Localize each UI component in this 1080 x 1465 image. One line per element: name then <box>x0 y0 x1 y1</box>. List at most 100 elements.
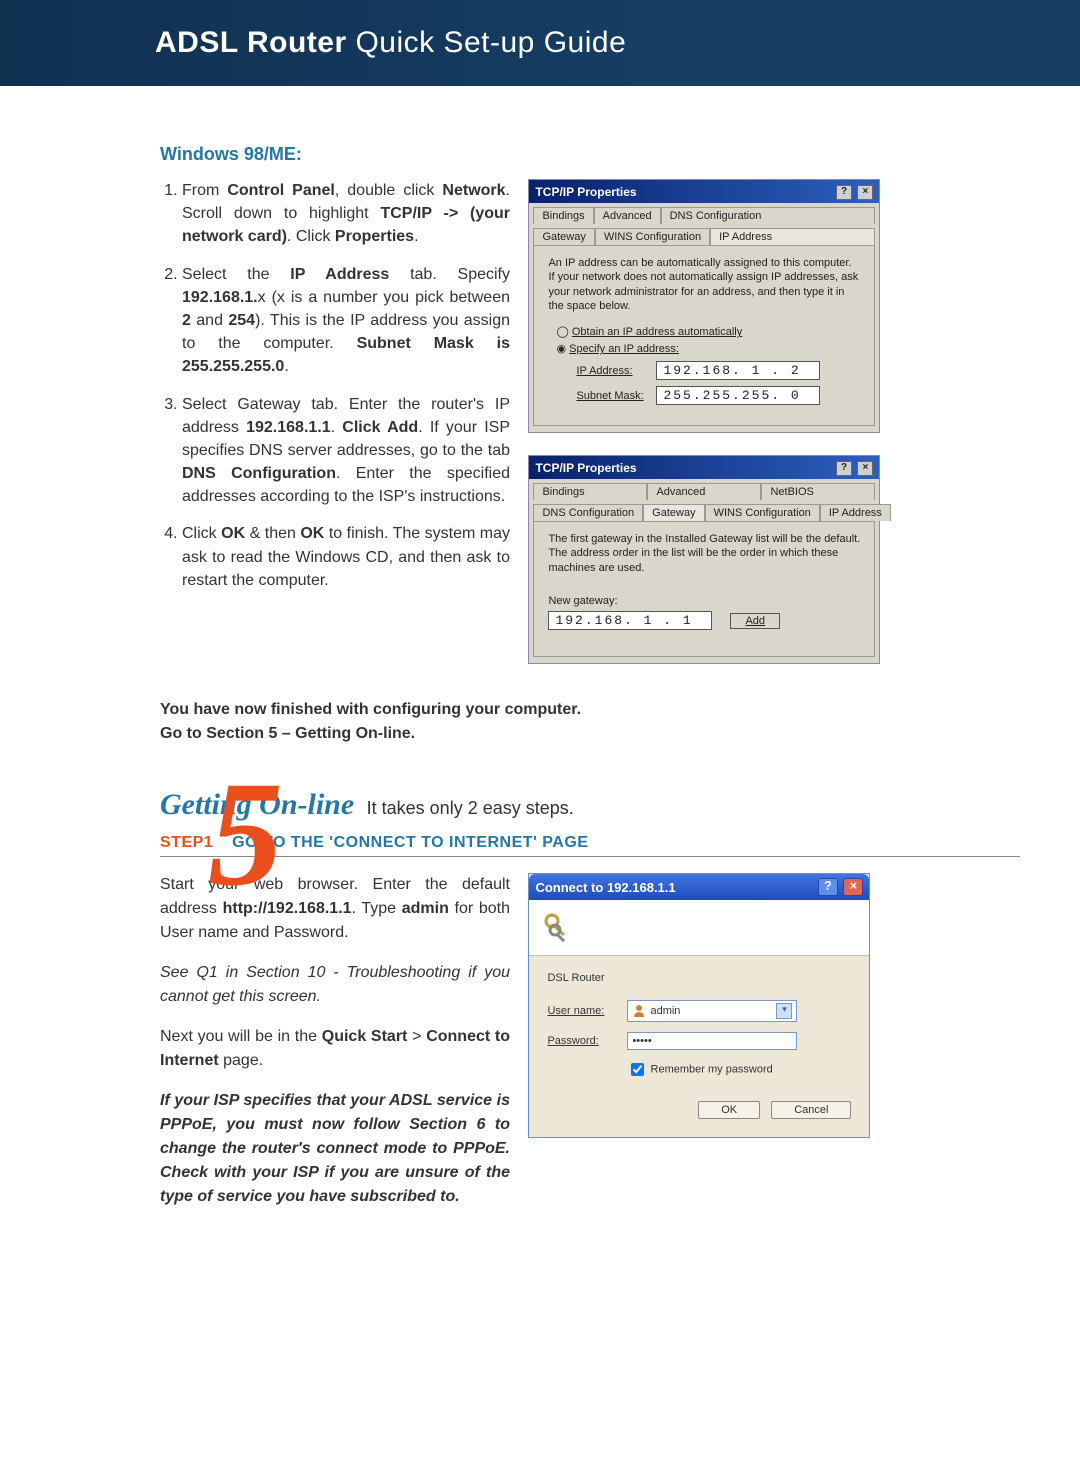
cancel-button[interactable]: Cancel <box>771 1101 851 1119</box>
dialog2-body: The first gateway in the Installed Gatew… <box>533 521 875 657</box>
connect-dialog: Connect to 192.168.1.1 ? × DSL Router Us… <box>528 873 870 1138</box>
person-icon <box>632 1004 646 1018</box>
dialog1-title-text: TCP/IP Properties <box>535 185 636 199</box>
tab-bindings[interactable]: Bindings <box>533 207 593 224</box>
server-name: DSL Router <box>547 972 851 984</box>
tab-wins-2[interactable]: WINS Configuration <box>705 504 820 521</box>
radio-specify-label: Specify an IP address: <box>569 343 679 355</box>
tab-netbios[interactable]: NetBIOS <box>761 483 875 500</box>
connect-title-text: Connect to 192.168.1.1 <box>535 880 675 895</box>
radio-specify[interactable]: ◉ Specify an IP address: <box>556 342 860 355</box>
dialog2-title-text: TCP/IP Properties <box>535 461 636 475</box>
sec5-screenshot-column: Connect to 192.168.1.1 ? × DSL Router Us… <box>528 873 878 1138</box>
connect-title-buttons: ? × <box>816 878 864 896</box>
password-label: Password: <box>547 1035 627 1047</box>
tab-ip-address[interactable]: IP Address <box>710 228 875 245</box>
sec5-p4: If your ISP specifies that your ADSL ser… <box>160 1089 510 1209</box>
win98-text-column: From Control Panel, double click Network… <box>160 179 510 606</box>
username-input[interactable]: admin ▾ <box>627 1000 797 1022</box>
page-header: ADSL Router Quick Set-up Guide <box>0 0 1080 86</box>
tab-ip-address-2[interactable]: IP Address <box>820 504 891 521</box>
win98-step-1: From Control Panel, double click Network… <box>182 179 510 249</box>
tab-bindings-2[interactable]: Bindings <box>533 483 647 500</box>
remember-label: Remember my password <box>651 1064 773 1076</box>
close-icon[interactable]: × <box>857 185 873 200</box>
username-value: admin <box>650 1005 680 1017</box>
new-gateway-label: New gateway: <box>548 595 860 607</box>
section-5-heading: Getting On-line It takes only 2 easy ste… <box>160 788 1020 822</box>
radio-obtain-auto[interactable]: ◯ Obtain an IP address automatically <box>556 325 860 338</box>
header-rest: Quick Set-up Guide <box>347 26 627 59</box>
win98-step-3: Select Gateway tab. Enter the router's I… <box>182 393 510 509</box>
close-icon[interactable]: × <box>857 461 873 476</box>
header-bold: ADSL Router <box>155 26 347 59</box>
section-5: 5 Getting On-line It takes only 2 easy s… <box>160 788 1020 1225</box>
step1-row: STEP1 GO TO THE 'CONNECT TO INTERNET' PA… <box>160 834 1020 852</box>
help-icon[interactable]: ? <box>836 185 852 200</box>
win98-steps: From Control Panel, double click Network… <box>160 179 510 592</box>
ip-address-label: IP Address: <box>576 365 656 377</box>
subnet-mask-row: Subnet Mask: 255.255.255. 0 <box>576 386 860 405</box>
section-numeral: 5 <box>208 774 283 894</box>
section-5-subtitle: It takes only 2 easy steps. <box>367 798 574 818</box>
tcpip-gateway-dialog: TCP/IP Properties ? × Bindings Advanced … <box>528 455 880 664</box>
tab-dns-config-2[interactable]: DNS Configuration <box>533 504 643 521</box>
ip-address-row: IP Address: 192.168. 1 . 2 <box>576 361 860 380</box>
step1-label: STEP1 <box>160 834 213 851</box>
step-rule <box>160 856 1020 857</box>
close-icon[interactable]: × <box>843 878 863 896</box>
username-row: User name: admin ▾ <box>547 1000 851 1022</box>
chevron-down-icon[interactable]: ▾ <box>776 1003 792 1019</box>
remember-check-row[interactable]: Remember my password <box>627 1060 851 1079</box>
sec5-p3: Next you will be in the Quick Start > Co… <box>160 1025 510 1073</box>
win98-step-2: Select the IP Address tab. Specify 192.1… <box>182 263 510 379</box>
dialog-buttons: OK Cancel <box>547 1101 851 1119</box>
connect-body: DSL Router User name: admin ▾ Password: <box>529 956 869 1137</box>
tab-gateway-2[interactable]: Gateway <box>643 504 704 521</box>
help-icon[interactable]: ? <box>818 878 838 896</box>
dialog2-titlebar: TCP/IP Properties ? × <box>529 456 879 479</box>
tab-advanced-2[interactable]: Advanced <box>647 483 761 500</box>
dialog1-title-buttons: ? × <box>834 183 873 200</box>
add-button[interactable]: Add <box>730 613 780 629</box>
tab-advanced[interactable]: Advanced <box>594 207 661 224</box>
ip-address-input[interactable]: 192.168. 1 . 2 <box>656 361 820 380</box>
dialog2-title-buttons: ? × <box>834 459 873 476</box>
dialog1-tab-row-top: Bindings Advanced DNS Configuration <box>533 207 875 224</box>
finish-line-1: You have now finished with configuring y… <box>160 698 1020 722</box>
sec5-p2: See Q1 in Section 10 - Troubleshooting i… <box>160 961 510 1009</box>
win98-screenshots-column: TCP/IP Properties ? × Bindings Advanced … <box>528 179 878 686</box>
password-input[interactable]: ••••• <box>627 1032 797 1050</box>
finish-note: You have now finished with configuring y… <box>160 698 1020 746</box>
password-row: Password: ••••• <box>547 1032 851 1050</box>
win98-step-4: Click OK & then OK to finish. The system… <box>182 522 510 592</box>
subnet-mask-input[interactable]: 255.255.255. 0 <box>656 386 820 405</box>
dialog2-tab-row-top: Bindings Advanced NetBIOS <box>533 483 875 500</box>
ok-button[interactable]: OK <box>698 1101 760 1119</box>
page-content: Windows 98/ME: From Control Panel, doubl… <box>0 86 1080 1275</box>
tab-gateway[interactable]: Gateway <box>533 228 594 245</box>
radio-auto-label: Obtain an IP address automatically <box>572 326 742 338</box>
dialog1-tab-row-bottom: Gateway WINS Configuration IP Address <box>533 228 875 245</box>
sec5-text-column: Start your web browser. Enter the defaul… <box>160 873 510 1225</box>
dialog2-tab-row-bottom: DNS Configuration Gateway WINS Configura… <box>533 504 875 521</box>
remember-checkbox[interactable] <box>631 1063 644 1076</box>
tab-dns-config[interactable]: DNS Configuration <box>661 207 876 224</box>
connect-banner <box>529 900 869 956</box>
dialog2-description: The first gateway in the Installed Gatew… <box>548 532 860 575</box>
username-label: User name: <box>547 1005 627 1017</box>
dialog1-titlebar: TCP/IP Properties ? × <box>529 180 879 203</box>
finish-line-2: Go to Section 5 – Getting On-line. <box>160 722 1020 746</box>
subnet-mask-label: Subnet Mask: <box>576 390 656 402</box>
dialog1-body: An IP address can be automatically assig… <box>533 245 875 426</box>
password-value: ••••• <box>632 1035 651 1047</box>
new-gateway-input[interactable]: 192.168. 1 . 1 <box>548 611 712 630</box>
connect-titlebar: Connect to 192.168.1.1 ? × <box>529 874 869 900</box>
keys-icon <box>541 910 573 942</box>
tcpip-ipaddress-dialog: TCP/IP Properties ? × Bindings Advanced … <box>528 179 880 433</box>
step1-title: GO TO THE 'CONNECT TO INTERNET' PAGE <box>232 834 588 851</box>
tab-wins[interactable]: WINS Configuration <box>595 228 710 245</box>
dialog1-description: An IP address can be automatically assig… <box>548 256 860 313</box>
win98-heading: Windows 98/ME: <box>160 144 1020 165</box>
help-icon[interactable]: ? <box>836 461 852 476</box>
